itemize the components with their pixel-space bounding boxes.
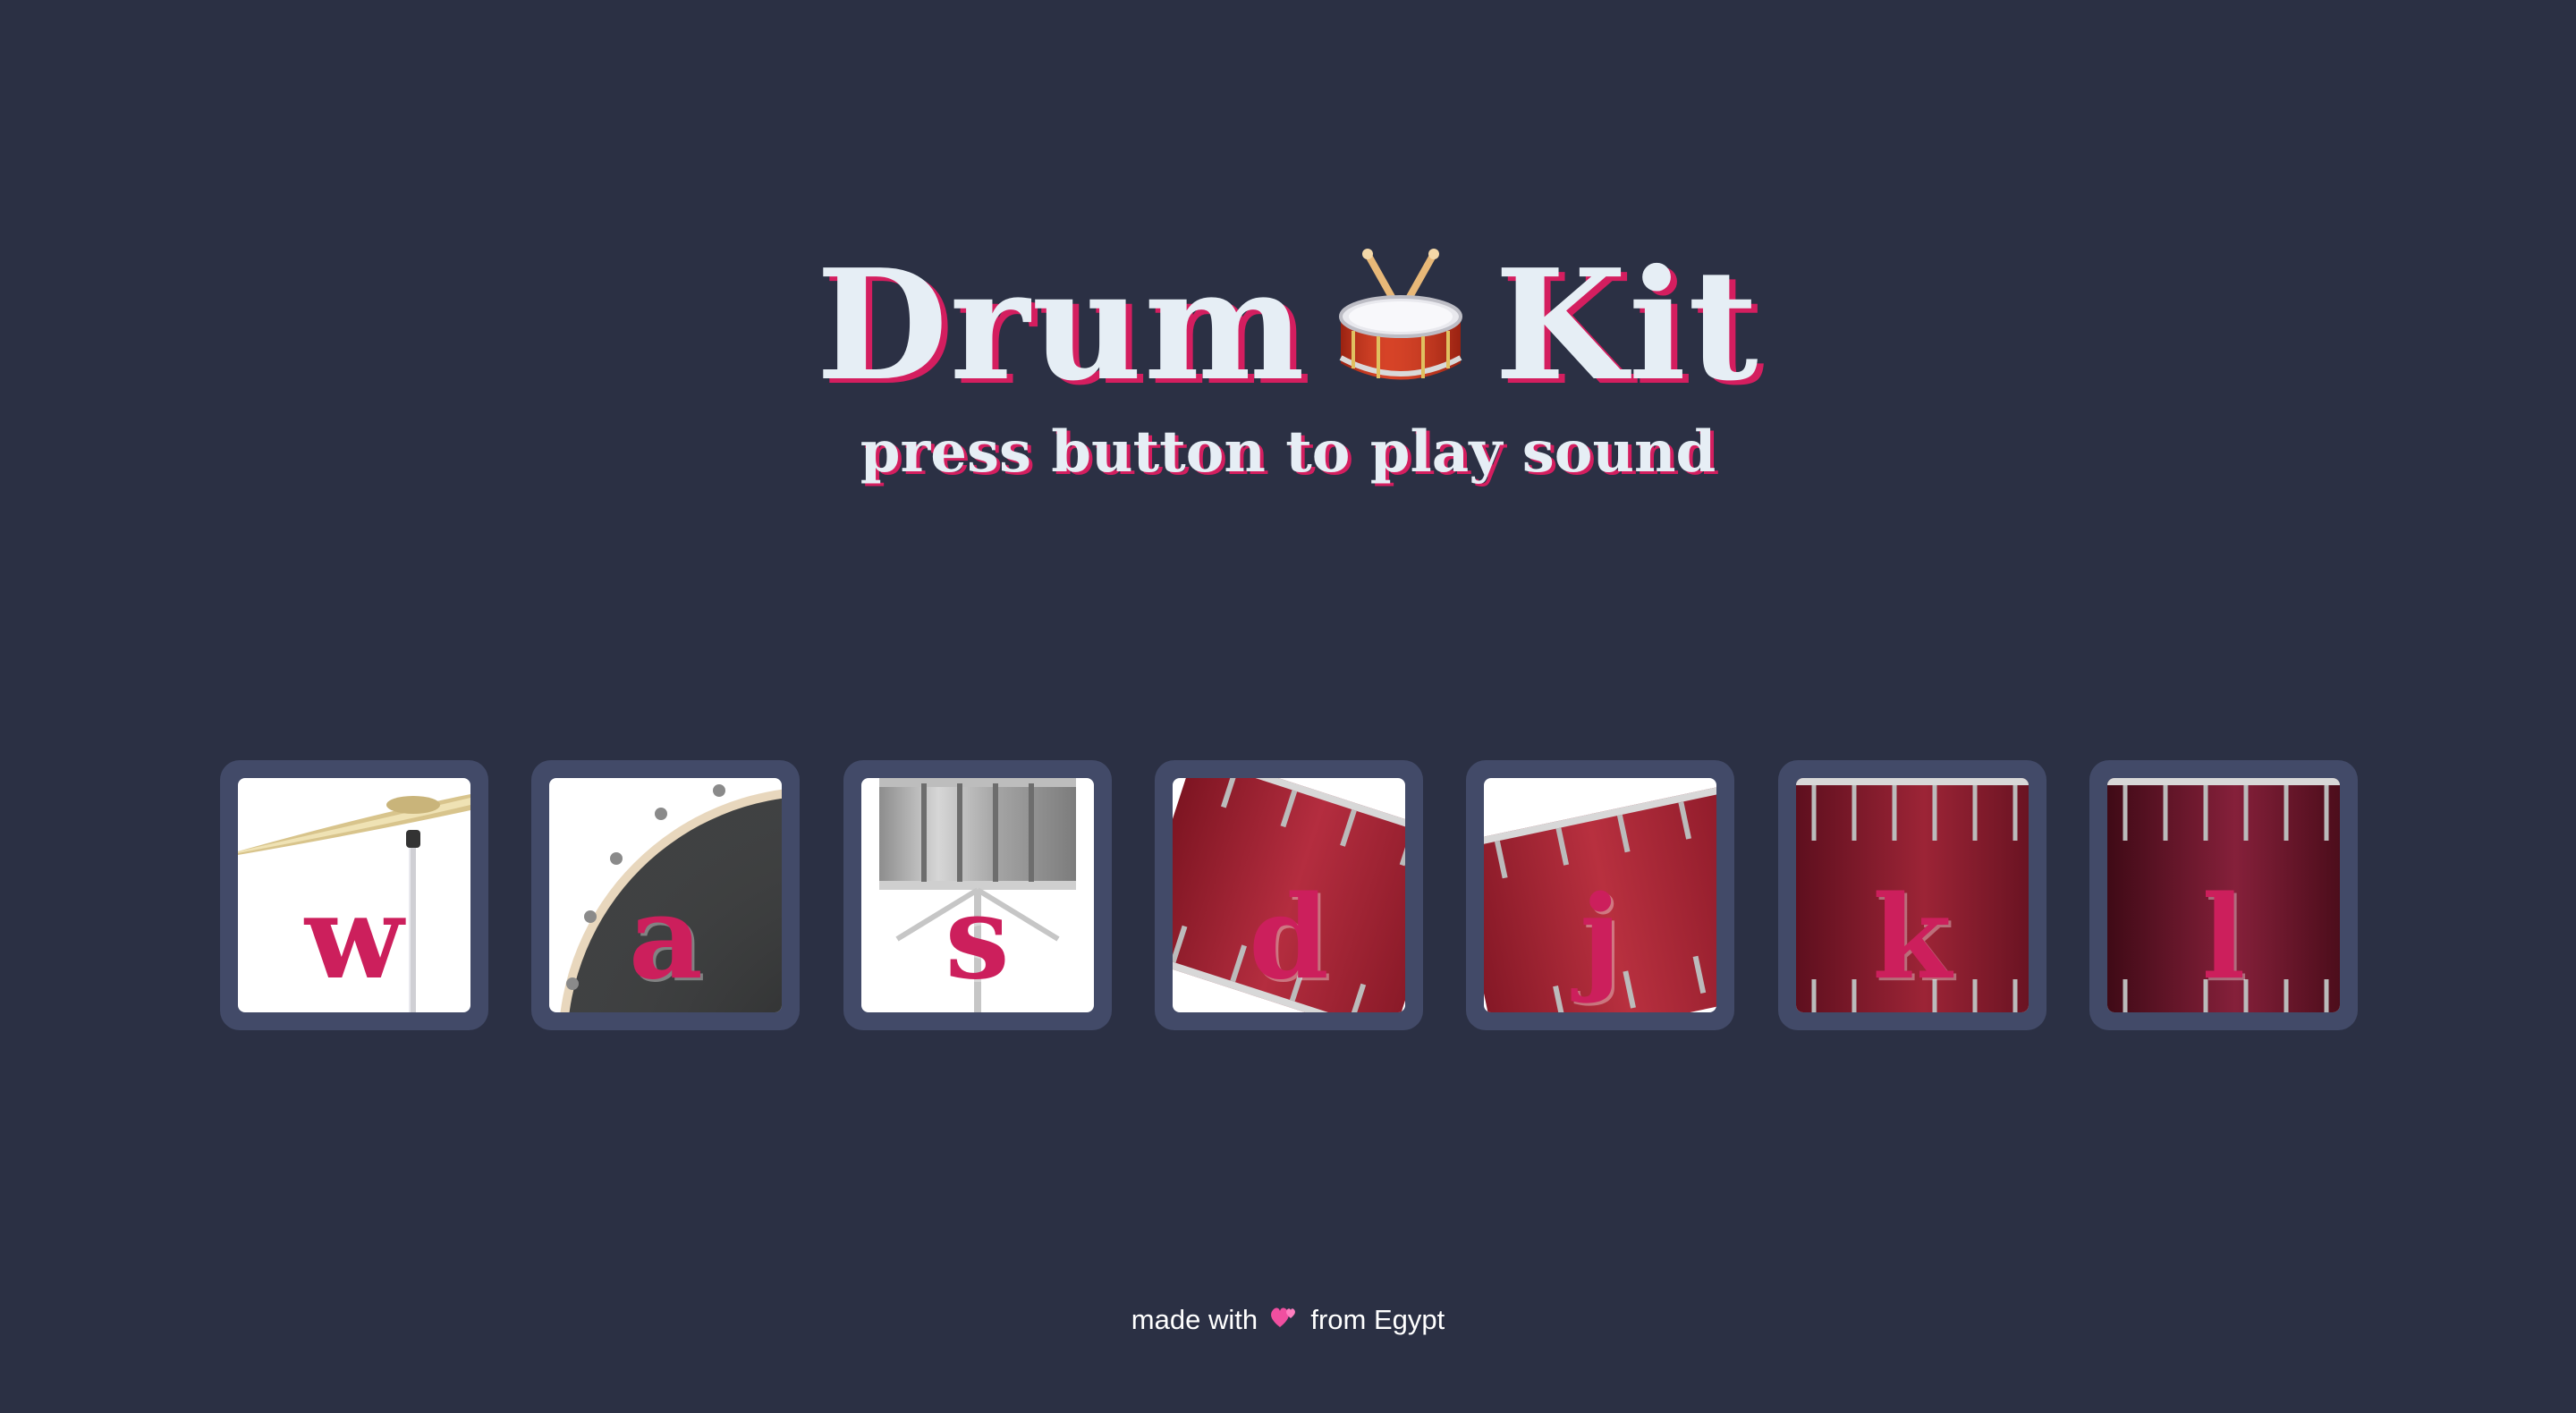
instructions-text: press button to play sound bbox=[860, 419, 1716, 486]
pad-image: l bbox=[2106, 778, 2340, 1012]
drum-pads: w a s d j k l bbox=[220, 760, 2358, 1030]
pad-key-label: l bbox=[2201, 871, 2246, 1005]
drum-pad-j[interactable]: j bbox=[1466, 760, 1735, 1030]
footer-text-made-with: made with bbox=[1131, 1304, 1258, 1335]
pad-key-label: k bbox=[1872, 871, 1952, 1005]
pad-image: w bbox=[238, 778, 470, 1012]
pad-key-label: s bbox=[945, 871, 1010, 1005]
drum-pad-a[interactable]: a bbox=[531, 760, 801, 1030]
drum-pad-k[interactable]: k bbox=[1777, 760, 2046, 1030]
pad-key-label: d bbox=[1249, 871, 1329, 1005]
pad-key-label: w bbox=[304, 871, 404, 1005]
footer-text-from-egypt: from Egypt bbox=[1310, 1304, 1445, 1335]
footer: made with from Egypt bbox=[0, 1302, 2576, 1340]
drum-pad-w[interactable]: w bbox=[220, 760, 488, 1030]
pad-image: j bbox=[1484, 778, 1717, 1012]
title-word-kit: Kit bbox=[1494, 235, 1760, 415]
pad-image: s bbox=[860, 778, 1094, 1012]
drum-pad-s[interactable]: s bbox=[843, 760, 1112, 1030]
pad-image: a bbox=[549, 778, 783, 1012]
pad-key-label: j bbox=[1580, 871, 1622, 1005]
title-word-drum: Drum bbox=[816, 235, 1307, 415]
pad-image: d bbox=[1172, 778, 1405, 1012]
two-hearts-icon bbox=[1269, 1304, 1300, 1340]
drum-icon bbox=[1334, 248, 1468, 428]
pad-image: k bbox=[1795, 778, 2029, 1012]
drum-pad-d[interactable]: d bbox=[1154, 760, 1423, 1030]
page-title: Drum Kit bbox=[0, 236, 2576, 428]
drum-pad-l[interactable]: l bbox=[2089, 760, 2358, 1030]
pad-key-label: a bbox=[628, 871, 703, 1005]
